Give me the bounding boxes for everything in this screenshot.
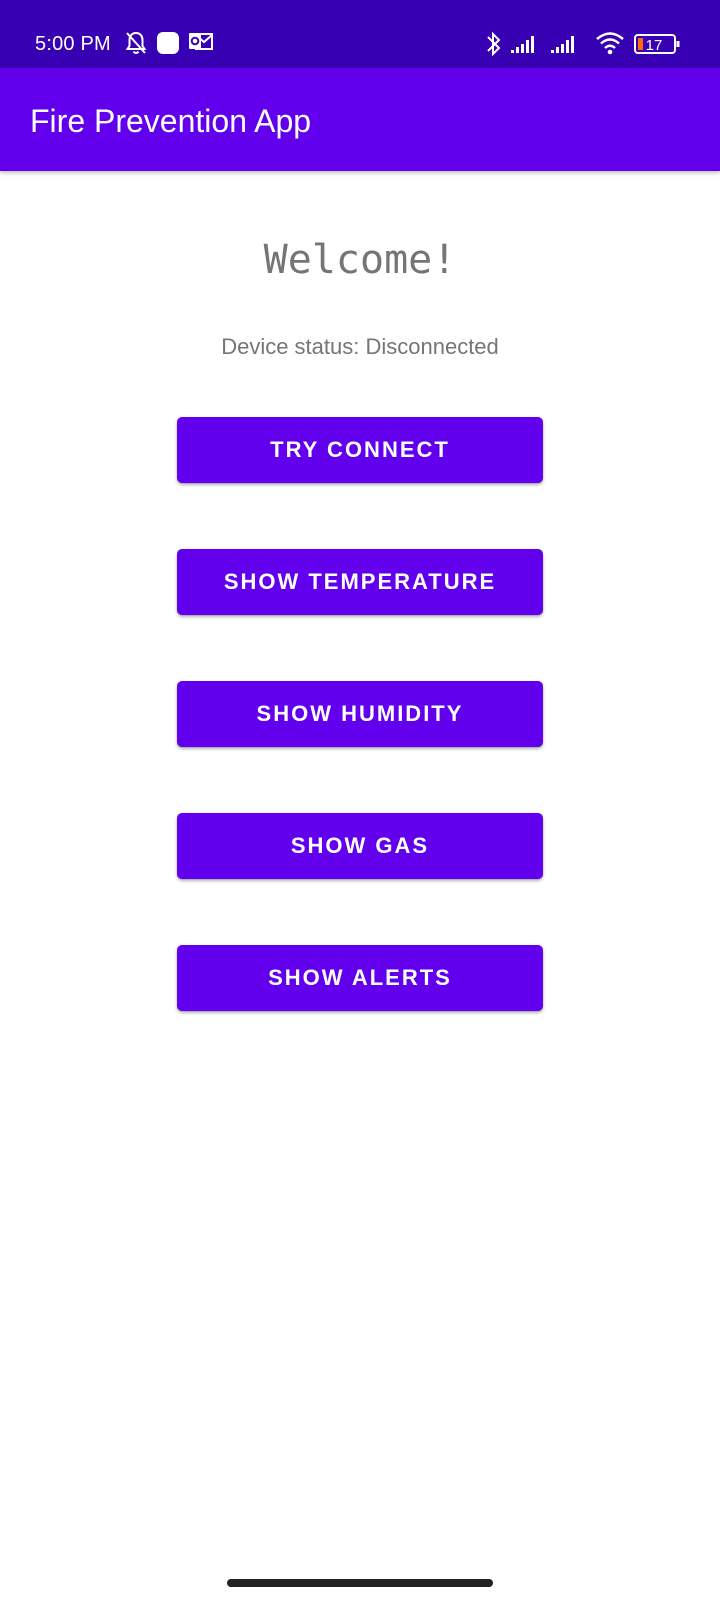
muted-bell-icon [125,31,147,54]
battery-icon: 17 [634,34,680,54]
show-humidity-button[interactable]: SHOW HUMIDITY [177,681,543,747]
device-status-text: Device status: Disconnected [221,334,499,359]
try-connect-button[interactable]: TRY CONNECT [177,417,543,483]
wifi-icon [596,32,624,55]
status-time: 5:00 PM [35,33,111,55]
outlook-icon [189,33,213,50]
signal-icon [511,36,534,53]
battery-level: 17 [646,37,663,54]
show-temperature-button[interactable]: SHOW TEMPERATURE [177,549,543,615]
bluetooth-icon [487,31,501,57]
home-indicator[interactable] [227,1579,493,1587]
welcome-heading: Welcome! [263,237,457,283]
show-alerts-button[interactable]: SHOW ALERTS [177,945,543,1011]
signal-icon [551,36,574,53]
status-bar: 5:00 PM 17 [0,0,720,68]
square-notification-icon [157,32,179,54]
app-bar: Fire Prevention App [0,68,720,171]
show-gas-button[interactable]: SHOW GAS [177,813,543,879]
app-title: Fire Prevention App [30,103,312,139]
